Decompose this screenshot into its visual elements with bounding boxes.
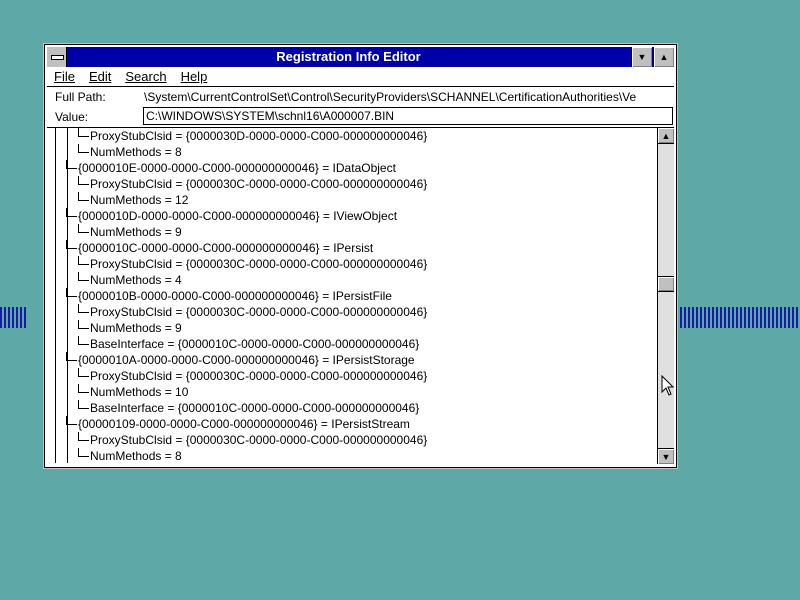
tree-branch-connector: [78, 272, 89, 281]
tree-branch-connector: [78, 368, 89, 377]
menu-search[interactable]: Search: [118, 67, 173, 86]
menu-edit-label: Edit: [88, 69, 112, 84]
value-label: Value:: [55, 110, 89, 124]
scroll-up-arrow-icon: ▲: [661, 131, 671, 141]
title-bar[interactable]: Registration Info Editor ▼ ▲: [47, 47, 674, 67]
tree-branch-connector: [66, 288, 77, 297]
tree-value-node[interactable]: NumMethods = 8: [78, 144, 182, 160]
tree-value-node[interactable]: ProxyStubClsid = {0000030C-0000-0000-C00…: [78, 176, 428, 192]
tree-value-node[interactable]: ProxyStubClsid = {0000030D-0000-0000-C00…: [78, 128, 428, 144]
tree-branch-connector: [66, 240, 77, 249]
tree-node-label: NumMethods = 9: [90, 321, 182, 335]
tree-connector-line: [55, 128, 56, 463]
tree-value-node[interactable]: BaseInterface = {0000010C-0000-0000-C000…: [78, 400, 420, 416]
full-path-label: Full Path:: [55, 90, 106, 104]
tree-value-node[interactable]: NumMethods = 4: [78, 272, 182, 288]
maximize-button[interactable]: ▲: [653, 47, 674, 67]
tree-value-node[interactable]: ProxyStubClsid = {0000030C-0000-0000-C00…: [78, 368, 428, 384]
tree-node-label: {0000010B-0000-0000-C000-000000000046} =…: [78, 289, 392, 303]
desktop-pattern-left: [0, 307, 28, 328]
desktop-pattern-right: [680, 307, 800, 328]
tree-node-label: NumMethods = 9: [90, 225, 182, 239]
registry-tree-view[interactable]: ProxyStubClsid = {0000030D-0000-0000-C00…: [47, 128, 657, 463]
tree-node-label: ProxyStubClsid = {0000030D-0000-0000-C00…: [90, 129, 428, 143]
tree-branch-connector: [78, 144, 89, 153]
tree-branch-connector: [78, 336, 89, 345]
tree-node-label: ProxyStubClsid = {0000030C-0000-0000-C00…: [90, 305, 428, 319]
tree-node-label: NumMethods = 12: [90, 193, 189, 207]
tree-branch-connector: [78, 448, 89, 457]
scroll-down-button[interactable]: ▼: [658, 448, 674, 464]
tree-node-label: ProxyStubClsid = {0000030C-0000-0000-C00…: [90, 177, 428, 191]
system-menu-icon: [51, 55, 64, 60]
menu-file-label: File: [54, 69, 75, 84]
system-menu-button[interactable]: [47, 47, 67, 67]
tree-branch-connector: [78, 432, 89, 441]
registration-info-editor-window: Registration Info Editor ▼ ▲ File Edit Sea…: [43, 43, 678, 469]
tree-key-node[interactable]: {0000010B-0000-0000-C000-000000000046} =…: [66, 288, 392, 304]
tree-branch-connector: [78, 224, 89, 233]
tree-value-node[interactable]: ProxyStubClsid = {0000030C-0000-0000-C00…: [78, 304, 428, 320]
tree-node-label: {0000010A-0000-0000-C000-000000000046} =…: [78, 353, 415, 367]
tree-node-label: NumMethods = 8: [90, 145, 182, 159]
tree-node-label: {0000010C-0000-0000-C000-000000000046} =…: [78, 241, 374, 255]
tree-branch-connector: [66, 208, 77, 217]
full-path-value: \System\CurrentControlSet\Control\Securi…: [144, 90, 637, 104]
tree-node-label: {00000109-0000-0000-C000-000000000046} =…: [78, 417, 410, 431]
tree-branch-connector: [66, 416, 77, 425]
tree-key-node[interactable]: {0000010C-0000-0000-C000-000000000046} =…: [66, 240, 374, 256]
scrollbar-thumb[interactable]: [658, 276, 674, 293]
minimize-button[interactable]: ▼: [631, 47, 652, 67]
mouse-pointer-icon: [661, 375, 675, 396]
tree-value-node[interactable]: NumMethods = 9: [78, 320, 182, 336]
tree-value-node[interactable]: NumMethods = 9: [78, 224, 182, 240]
menu-file[interactable]: File: [47, 67, 82, 86]
tree-branch-connector: [78, 256, 89, 265]
tree-branch-connector: [78, 128, 89, 137]
tree-node-label: NumMethods = 8: [90, 449, 182, 463]
tree-branch-connector: [78, 384, 89, 393]
tree-branch-connector: [66, 352, 77, 361]
tree-value-node[interactable]: ProxyStubClsid = {0000030C-0000-0000-C00…: [78, 432, 428, 448]
scroll-up-button[interactable]: ▲: [658, 128, 674, 144]
tree-node-label: NumMethods = 4: [90, 273, 182, 287]
tree-node-label: ProxyStubClsid = {0000030C-0000-0000-C00…: [90, 257, 428, 271]
path-value-panel: Full Path: \System\CurrentControlSet\Con…: [47, 87, 674, 128]
vertical-scrollbar[interactable]: ▲ ▼: [657, 128, 674, 464]
menu-bar: File Edit Search Help: [47, 67, 674, 87]
tree-key-node[interactable]: {0000010E-0000-0000-C000-000000000046} =…: [66, 160, 396, 176]
tree-value-node[interactable]: NumMethods = 8: [78, 448, 182, 463]
scroll-down-arrow-icon: ▼: [661, 452, 671, 462]
tree-value-node[interactable]: BaseInterface = {0000010C-0000-0000-C000…: [78, 336, 420, 352]
tree-value-node[interactable]: ProxyStubClsid = {0000030C-0000-0000-C00…: [78, 256, 428, 272]
window-title: Registration Info Editor: [276, 49, 421, 64]
value-field[interactable]: C:\WINDOWS\SYSTEM\schnl16\A000007.BIN: [143, 107, 673, 125]
tree-node-label: BaseInterface = {0000010C-0000-0000-C000…: [90, 401, 420, 415]
tree-key-node[interactable]: {00000109-0000-0000-C000-000000000046} =…: [66, 416, 410, 432]
minimize-arrow-icon: ▼: [637, 52, 647, 62]
tree-key-node[interactable]: {0000010D-0000-0000-C000-000000000046} =…: [66, 208, 398, 224]
tree-node-label: ProxyStubClsid = {0000030C-0000-0000-C00…: [90, 433, 428, 447]
tree-node-label: NumMethods = 10: [90, 385, 189, 399]
tree-value-node[interactable]: NumMethods = 12: [78, 192, 189, 208]
menu-help[interactable]: Help: [174, 67, 215, 86]
tree-key-node[interactable]: {0000010A-0000-0000-C000-000000000046} =…: [66, 352, 415, 368]
tree-branch-connector: [78, 304, 89, 313]
tree-branch-connector: [78, 192, 89, 201]
maximize-arrow-icon: ▲: [659, 52, 669, 62]
tree-node-label: {0000010D-0000-0000-C000-000000000046} =…: [78, 209, 398, 223]
menu-edit[interactable]: Edit: [82, 67, 118, 86]
tree-branch-connector: [78, 176, 89, 185]
menu-search-label: Search: [125, 69, 167, 84]
tree-node-label: ProxyStubClsid = {0000030C-0000-0000-C00…: [90, 369, 428, 383]
tree-value-node[interactable]: NumMethods = 10: [78, 384, 189, 400]
menu-help-label: Help: [180, 69, 208, 84]
tree-node-label: {0000010E-0000-0000-C000-000000000046} =…: [78, 161, 396, 175]
tree-node-label: BaseInterface = {0000010C-0000-0000-C000…: [90, 337, 420, 351]
tree-branch-connector: [66, 160, 77, 169]
tree-branch-connector: [78, 400, 89, 409]
tree-branch-connector: [78, 320, 89, 329]
